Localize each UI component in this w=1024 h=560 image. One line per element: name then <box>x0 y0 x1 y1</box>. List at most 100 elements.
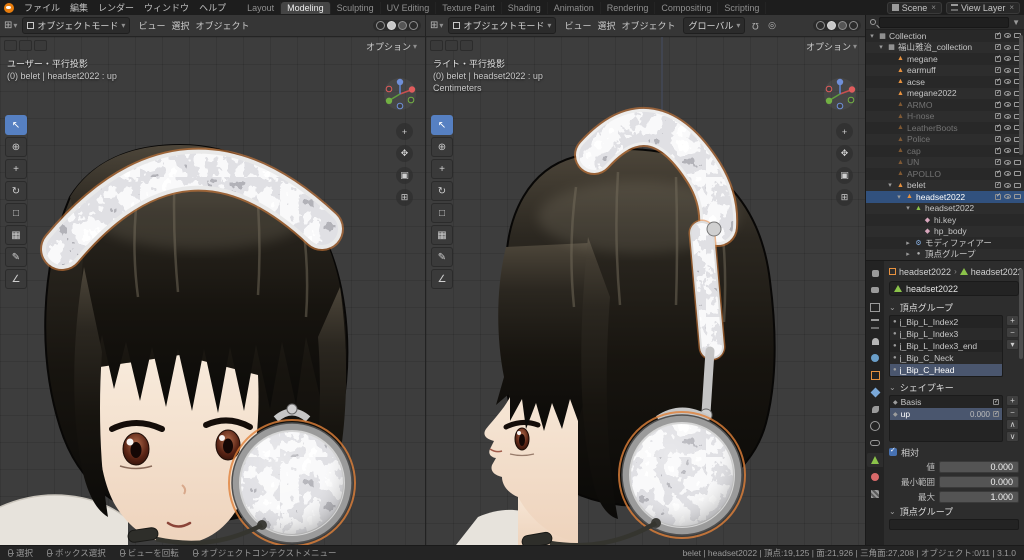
viewport-menu[interactable]: オブジェクト <box>618 19 678 32</box>
solid-shading-icon[interactable] <box>387 21 396 30</box>
transform-tool-button[interactable]: ▦ <box>431 225 453 245</box>
outliner-search-input[interactable] <box>879 17 1009 28</box>
hide-eye-icon[interactable] <box>1004 102 1011 107</box>
workspace-tab[interactable]: Texture Paint <box>436 2 502 14</box>
viewport-right-canvas[interactable]: オプション ▾ ライト・平行投影(0) belet | headset2022 … <box>426 37 865 545</box>
menubar-item[interactable]: ウィンドウ <box>139 1 194 14</box>
remove-vertex-group-button[interactable]: − <box>1006 327 1019 338</box>
breadcrumb-data[interactable]: headset2022 <box>971 267 1023 277</box>
viewport-menu[interactable]: オブジェクト <box>192 19 252 32</box>
outliner-row[interactable]: ▾▲headset2022 <box>866 191 1024 203</box>
vertex-group-row[interactable]: ●j_Bip_C_Neck <box>890 352 1002 364</box>
hide-eye-icon[interactable] <box>1004 68 1011 73</box>
field-value-slider[interactable]: 1.000 <box>939 491 1019 503</box>
outliner-row[interactable]: ◆hp_body <box>866 226 1024 238</box>
measure-tool-button[interactable]: ∠ <box>431 269 453 289</box>
workspace-tab[interactable]: Compositing <box>655 2 718 14</box>
section-vertex-groups[interactable]: ⌄ 頂点グループ <box>889 300 1019 314</box>
disclosure-arrow-icon[interactable]: ▸ <box>904 250 912 258</box>
shape-key-mute-checkbox[interactable] <box>993 399 999 405</box>
tool-settings-icon[interactable] <box>430 40 443 51</box>
navigation-gizmo[interactable] <box>383 77 417 111</box>
menubar-item[interactable]: ファイル <box>19 1 65 14</box>
character-body[interactable] <box>0 495 128 545</box>
cursor-tool-button[interactable]: ⊕ <box>5 137 27 157</box>
annotate-tool-button[interactable]: ✎ <box>5 247 27 267</box>
properties-tab-modifiers[interactable] <box>867 385 883 399</box>
vertex-group-row[interactable]: ●j_Bip_L_Index3 <box>890 328 1002 340</box>
vertex-group-row[interactable]: ●j_Bip_L_Index2 <box>890 316 1002 328</box>
workspace-tab[interactable]: Sculpting <box>331 2 381 14</box>
outliner-row[interactable]: ▲LeatherBoots <box>866 122 1024 134</box>
viewport-menu[interactable]: 選択 <box>594 19 618 32</box>
menubar-item[interactable]: ヘルプ <box>194 1 231 14</box>
selectability-checkbox[interactable] <box>995 125 1001 131</box>
hide-eye-icon[interactable] <box>1004 194 1011 199</box>
hide-eye-icon[interactable] <box>1004 183 1011 188</box>
properties-tab-material[interactable] <box>867 470 883 484</box>
hide-eye-icon[interactable] <box>1004 45 1011 50</box>
viewport-left-canvas[interactable]: オプション ▾ ユーザー・平行投影(0) belet | headset2022… <box>0 37 425 545</box>
properties-tab-texture[interactable] <box>867 487 883 501</box>
scale-tool-button[interactable]: □ <box>5 203 27 223</box>
datablock-name-field[interactable]: headset2022 <box>889 281 1019 296</box>
vertex-group-row[interactable]: ●j_Bip_C_Head <box>890 364 1002 376</box>
disclosure-arrow-icon[interactable]: ▸ <box>904 239 912 247</box>
mode-dropdown[interactable]: オブジェクトモード ▾ <box>448 17 556 34</box>
selectability-checkbox[interactable] <box>995 194 1001 200</box>
camera-visibility-icon[interactable] <box>1014 171 1021 176</box>
selectability-checkbox[interactable] <box>995 159 1001 165</box>
select-box-tool-button[interactable]: ↖ <box>5 115 27 135</box>
selectability-checkbox[interactable] <box>995 102 1001 108</box>
outliner-row[interactable]: ▸●頂点グループ <box>866 249 1024 261</box>
camera-visibility-icon[interactable] <box>1014 183 1021 188</box>
snap-magnet-icon[interactable]: Ω <box>750 21 761 31</box>
properties-tab-physics[interactable] <box>867 419 883 433</box>
outliner-row[interactable]: ◆hi.key <box>866 214 1024 226</box>
rotate-tool-button[interactable]: ↻ <box>431 181 453 201</box>
properties-scrollbar[interactable] <box>1019 269 1023 359</box>
section-shape-keys[interactable]: ⌄ シェイプキー <box>889 380 1019 394</box>
properties-tab-constraints[interactable] <box>867 436 883 450</box>
tool-settings-icon[interactable] <box>4 40 17 51</box>
disclosure-arrow-icon[interactable]: ▾ <box>868 32 876 40</box>
properties-tab-object-data[interactable] <box>867 453 883 467</box>
scale-tool-button[interactable]: □ <box>431 203 453 223</box>
select-box-tool-button[interactable]: ↖ <box>431 115 453 135</box>
remove-shape-key-button[interactable]: − <box>1006 407 1019 418</box>
proportional-editing-icon[interactable]: ◎ <box>766 20 778 31</box>
outliner-row[interactable]: ▾▲headset2022 <box>866 203 1024 215</box>
hide-eye-icon[interactable] <box>1004 125 1011 130</box>
field-value-slider[interactable]: 0.000 <box>939 461 1019 473</box>
grid-icon[interactable]: ⊞ <box>836 189 853 206</box>
editor-type-icon[interactable]: ⊞▾ <box>4 20 17 31</box>
outliner-row[interactable]: ▾▲belet <box>866 180 1024 192</box>
outliner-row[interactable]: ▾▦Collection <box>866 30 1024 42</box>
rendered-shading-icon[interactable] <box>409 21 418 30</box>
mode-dropdown[interactable]: オブジェクトモード ▾ <box>22 17 130 34</box>
viewport-menu[interactable]: ビュー <box>561 19 594 32</box>
zoom-icon[interactable]: + <box>836 123 853 140</box>
menubar-item[interactable]: 編集 <box>65 1 93 14</box>
shape-key-row[interactable]: ◆Basis <box>890 396 1002 408</box>
overlay-toggle-icon[interactable] <box>34 40 47 51</box>
selectability-checkbox[interactable] <box>995 90 1001 96</box>
annotate-tool-button[interactable]: ✎ <box>431 247 453 267</box>
transform-tool-button[interactable]: ▦ <box>5 225 27 245</box>
gizmo-toggle-icon[interactable] <box>19 40 32 51</box>
outliner-row[interactable]: ▲Police <box>866 134 1024 146</box>
shape-key-row[interactable]: ◆up0.000 <box>890 408 1002 420</box>
outliner-row[interactable]: ▸⚙モディファイアー <box>866 237 1024 249</box>
character-front-view[interactable] <box>0 37 425 545</box>
transform-orientation-dropdown[interactable]: グローバル ▾ <box>683 17 745 34</box>
move-tool-button[interactable]: + <box>431 159 453 179</box>
add-shape-key-button[interactable]: + <box>1006 395 1019 406</box>
relative-checkbox[interactable] <box>889 448 897 456</box>
view-layer-selector[interactable]: View Layer × <box>946 2 1020 14</box>
options-dropdown[interactable]: オプション ▾ <box>366 40 417 53</box>
workspace-tab[interactable]: UV Editing <box>381 2 437 14</box>
workspace-tab[interactable]: Rendering <box>601 2 656 14</box>
disclosure-arrow-icon[interactable]: ▾ <box>895 193 903 201</box>
outliner-row[interactable]: ▲APOLLO <box>866 168 1024 180</box>
properties-tab-render[interactable] <box>867 283 883 297</box>
